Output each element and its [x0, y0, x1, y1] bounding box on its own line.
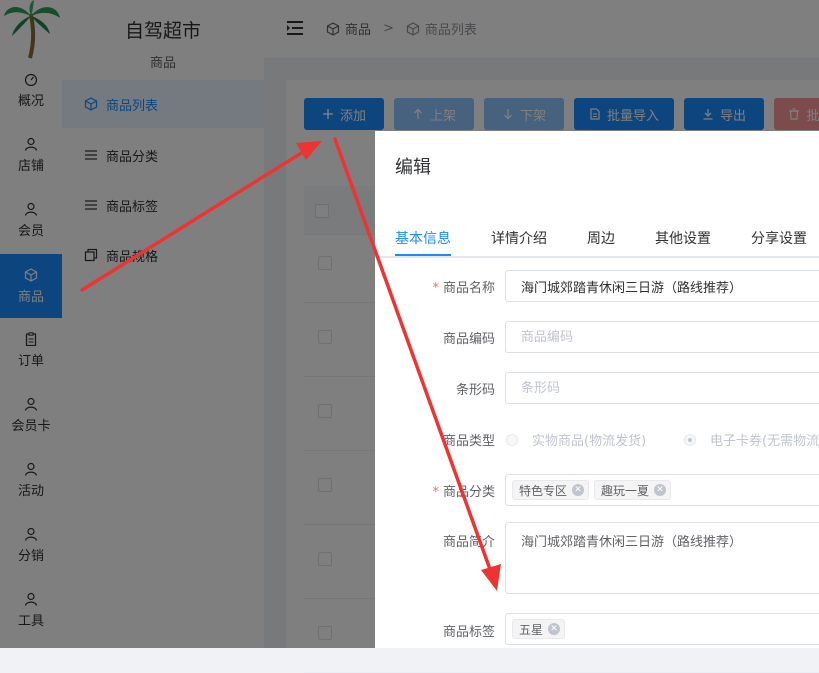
active-tab-indicator	[395, 254, 451, 256]
category-tag: 特色专区 ✕	[512, 480, 590, 500]
radio-dot-checked	[684, 433, 696, 446]
tab-share-settings[interactable]: 分享设置	[751, 228, 807, 248]
tab-detail[interactable]: 详情介绍	[491, 228, 547, 248]
product-tags-select[interactable]: 五星 ✕	[505, 613, 819, 645]
barcode-label: 条形码	[455, 383, 495, 398]
product-category-label: * 商品分类	[432, 485, 495, 500]
product-name-input[interactable]	[505, 270, 819, 302]
type-voucher-radio[interactable]: 电子卡券(无需物流	[684, 430, 819, 449]
product-name-label: * 商品名称	[432, 281, 495, 296]
category-tag-label: 趣玩一夏	[601, 483, 650, 498]
tab-basic-info[interactable]: 基本信息	[395, 228, 451, 248]
barcode-input[interactable]	[505, 372, 819, 404]
dialog-title: 编辑	[395, 157, 431, 178]
product-category-select[interactable]: 特色专区 ✕ 趣玩一夏 ✕	[505, 474, 819, 506]
type-physical-radio[interactable]: 实物商品(物流发货)	[506, 430, 646, 449]
tab-nearby[interactable]: 周边	[587, 228, 615, 248]
close-icon[interactable]: ✕	[548, 623, 561, 635]
product-tag-label: 五星	[519, 622, 544, 637]
product-tag: 五星 ✕	[512, 619, 566, 639]
product-desc-label: 商品简介	[442, 535, 495, 550]
radio-dot	[506, 433, 518, 446]
edit-dialog: 编辑 基本信息 详情介绍 周边 其他设置 分享设置 *商品名称 商品编码 条形码…	[375, 131, 819, 648]
product-code-input[interactable]	[505, 321, 819, 353]
product-tags-label: 商品标签	[442, 625, 495, 640]
type-voucher-label: 电子卡券(无需物流	[710, 434, 819, 449]
dialog-tabs: 基本信息 详情介绍 周边 其他设置 分享设置	[375, 224, 819, 258]
tab-other-settings[interactable]: 其他设置	[655, 228, 711, 248]
category-tag: 趣玩一夏 ✕	[594, 480, 672, 500]
product-desc-textarea[interactable]: 海门城郊踏青休闲三日游（路线推荐）	[505, 522, 819, 594]
close-icon[interactable]: ✕	[654, 484, 667, 496]
close-icon[interactable]: ✕	[572, 484, 585, 496]
category-tag-label: 特色专区	[519, 483, 568, 498]
product-code-label: 商品编码	[442, 332, 495, 347]
type-physical-label: 实物商品(物流发货)	[532, 434, 647, 449]
product-type-label: 商品类型	[442, 434, 495, 449]
